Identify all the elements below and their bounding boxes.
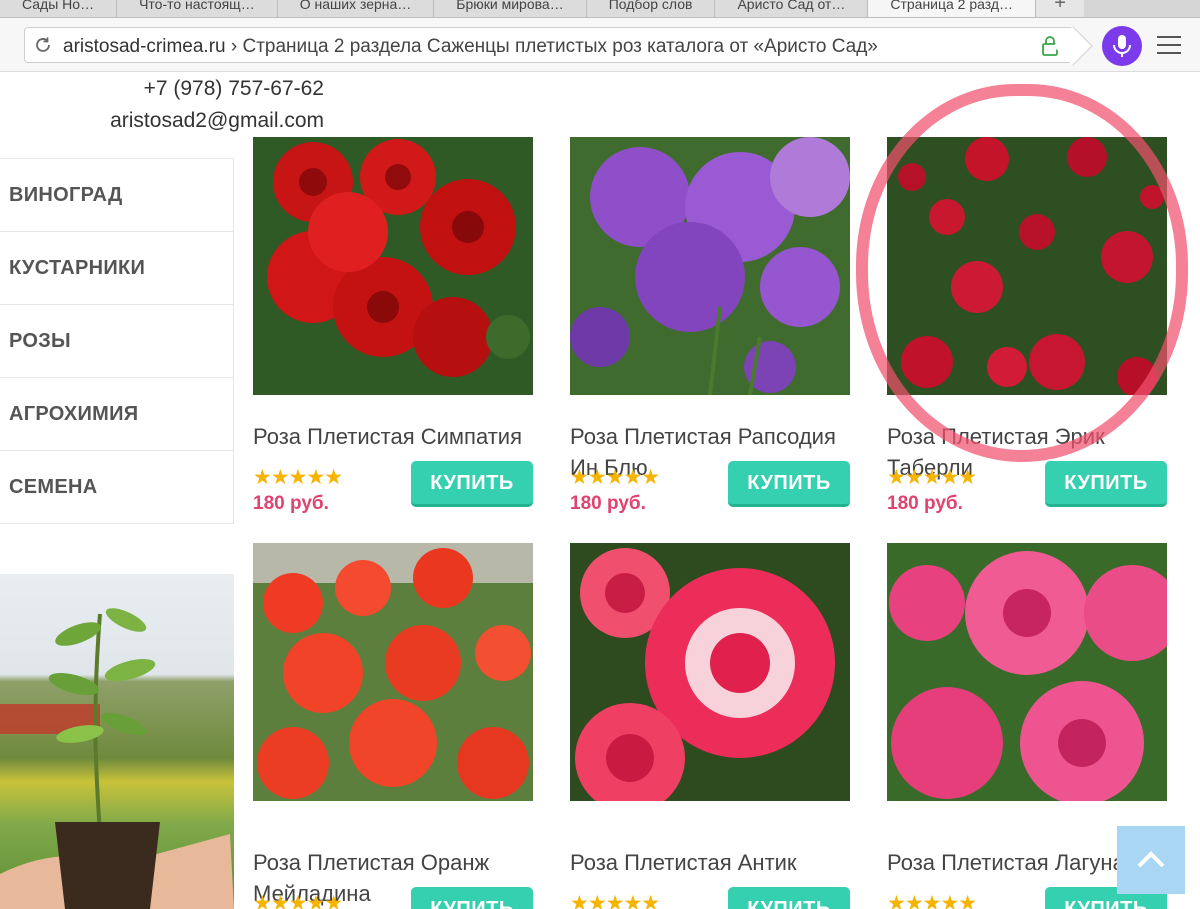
url-domain: aristosad-crimea.ru <box>63 36 226 57</box>
product-title[interactable]: Роза Плетистая Симпатия <box>253 421 543 452</box>
rating-stars: ★★★★★ <box>570 466 660 489</box>
browser-tab[interactable]: О наших зерна… <box>277 0 435 17</box>
product-card: Роза Плетистая Оранж Мейладина ★★★★★ КУП… <box>253 543 533 909</box>
category-sidebar: ВИНОГРАД КУСТАРНИКИ РОЗЫ АГРОХИМИЯ СЕМЕН… <box>0 158 234 524</box>
product-card: Роза Плетистая Эрик Таберли ★★★★★ 180 ру… <box>887 137 1167 514</box>
chevron-up-icon <box>1137 851 1165 868</box>
buy-button[interactable]: КУПИТЬ <box>728 887 850 909</box>
browser-tab[interactable]: Сады Но… <box>0 0 118 17</box>
buy-button[interactable]: КУПИТЬ <box>1045 461 1167 507</box>
product-image[interactable] <box>570 543 850 801</box>
rating-stars: ★★★★★ <box>887 466 977 489</box>
buy-button[interactable]: КУПИТЬ <box>411 887 533 909</box>
rating-stars: ★★★★★ <box>253 892 343 909</box>
browser-tab-active[interactable]: Страница 2 разд… <box>868 0 1037 17</box>
url-text[interactable]: aristosad-crimea.ru › Страница 2 раздела… <box>63 36 878 58</box>
buy-button[interactable]: КУПИТЬ <box>728 461 850 507</box>
product-price: 180 руб. <box>887 493 963 514</box>
browser-toolbar: aristosad-crimea.ru › Страница 2 раздела… <box>0 18 1200 72</box>
product-image[interactable] <box>253 543 533 801</box>
sidebar-item-semena[interactable]: СЕМЕНА <box>0 451 234 524</box>
browser-tab[interactable]: Брюки мирова… <box>434 0 587 17</box>
sidebar-item-rozy[interactable]: РОЗЫ <box>0 305 234 378</box>
contact-email[interactable]: aristosad2@gmail.com <box>110 109 324 133</box>
browser-tab[interactable]: Что-то настоящ… <box>117 0 278 17</box>
product-image[interactable] <box>887 137 1167 395</box>
url-page-title: › Страница 2 раздела Саженцы плетистых р… <box>225 36 878 57</box>
scroll-to-top-button[interactable] <box>1117 826 1185 894</box>
reload-icon[interactable] <box>33 35 53 55</box>
product-card: Роза Плетистая Симпатия ★★★★★ 180 руб. К… <box>253 137 533 514</box>
rating-stars: ★★★★★ <box>570 892 660 909</box>
buy-button[interactable]: КУПИТЬ <box>411 461 533 507</box>
promo-seedling-image[interactable] <box>0 574 234 909</box>
address-bar-arrow <box>1053 26 1093 66</box>
product-card: Роза Плетистая Антик ★★★★★ КУПИТЬ <box>570 543 850 909</box>
new-tab-button[interactable]: + <box>1036 0 1085 17</box>
rating-stars: ★★★★★ <box>253 466 343 489</box>
browser-tab[interactable]: Подбор слов <box>586 0 716 17</box>
microphone-icon[interactable] <box>1102 26 1142 66</box>
sidebar-item-vinograd[interactable]: ВИНОГРАД <box>0 159 234 232</box>
sidebar-item-kustarniki[interactable]: КУСТАРНИКИ <box>0 232 234 305</box>
product-image[interactable] <box>570 137 850 395</box>
product-image[interactable] <box>253 137 533 395</box>
address-bar[interactable]: aristosad-crimea.ru › Страница 2 раздела… <box>24 26 1093 66</box>
product-price: 180 руб. <box>253 493 329 514</box>
sidebar-item-agrokhimiya[interactable]: АГРОХИМИЯ <box>0 378 234 451</box>
product-price: 180 руб. <box>570 493 646 514</box>
browser-tab-strip: Сады Но… Что-то настоящ… О наших зерна… … <box>0 0 1200 18</box>
product-image[interactable] <box>887 543 1167 801</box>
contact-phone[interactable]: +7 (978) 757-67-62 <box>144 77 324 101</box>
rating-stars: ★★★★★ <box>887 892 977 909</box>
product-card: Роза Плетистая Рапсодия Ин Блю ★★★★★ 180… <box>570 137 850 514</box>
browser-tab[interactable]: Аристо Сад от… <box>715 0 869 17</box>
hamburger-menu-icon[interactable] <box>1157 36 1181 56</box>
product-title[interactable]: Роза Плетистая Антик <box>570 847 860 878</box>
